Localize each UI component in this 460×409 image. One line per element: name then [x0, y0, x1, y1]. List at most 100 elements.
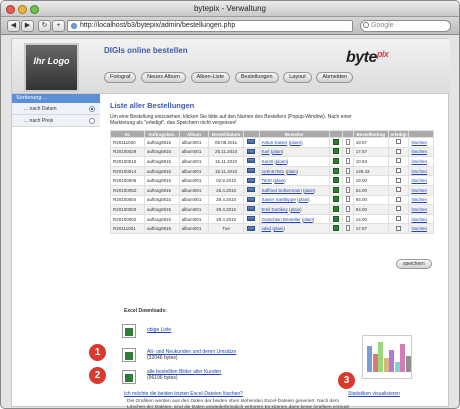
erledigt-checkbox[interactable]: [396, 206, 402, 212]
back-arrow-icon[interactable]: ◀: [7, 20, 20, 32]
mail-icon[interactable]: [247, 187, 256, 193]
excel-icon[interactable]: [332, 177, 339, 184]
erledigt-checkbox[interactable]: [396, 168, 402, 174]
document-icon[interactable]: [345, 148, 350, 155]
stats-link[interactable]: Statistiken visualisieren: [348, 391, 400, 397]
plain-link[interactable]: ploen: [290, 140, 301, 145]
delete-excel-link[interactable]: Ich möchte die beiden letzten Excel-Date…: [124, 391, 243, 397]
excel-icon[interactable]: [332, 138, 339, 145]
mail-icon[interactable]: [247, 177, 256, 183]
delete-link[interactable]: löschen: [411, 226, 427, 231]
chart-bar: [367, 346, 372, 372]
nav-bestellungen[interactable]: Bestellungen: [234, 72, 279, 83]
erledigt-checkbox[interactable]: [396, 177, 402, 183]
radio-datum[interactable]: [89, 106, 95, 112]
zoom-icon[interactable]: [30, 5, 39, 14]
document-icon[interactable]: [345, 196, 350, 203]
erledigt-checkbox[interactable]: [396, 196, 402, 202]
plain-link[interactable]: plain: [272, 149, 282, 154]
excel-icon[interactable]: [332, 186, 339, 193]
mail-icon[interactable]: [247, 206, 256, 212]
document-icon[interactable]: [345, 177, 350, 184]
download-list-link[interactable]: obige Liste: [147, 327, 171, 333]
document-icon[interactable]: [345, 225, 350, 232]
delete-link[interactable]: löschen: [411, 207, 427, 212]
table-row: R20111001 auftrag0815 album001 Tue sdsd (pla…: [109, 223, 434, 234]
erledigt-checkbox[interactable]: [396, 148, 402, 154]
plain-link[interactable]: plain: [303, 217, 313, 222]
erledigt-checkbox[interactable]: [396, 216, 402, 222]
delete-link[interactable]: löschen: [411, 159, 427, 164]
delete-link[interactable]: löschen: [411, 197, 427, 202]
excel-icon[interactable]: [122, 348, 136, 362]
chart-thumbnail[interactable]: [362, 335, 412, 379]
excel-icon[interactable]: [332, 148, 339, 155]
delete-link[interactable]: löschen: [411, 217, 427, 222]
customer-link[interactable]: Saffried Süßermann: [262, 188, 302, 193]
plain-link[interactable]: ploen: [276, 159, 287, 164]
excel-icon[interactable]: [332, 215, 339, 222]
excel-icon[interactable]: [332, 205, 339, 212]
customer-link[interactable]: Xavier Xanthippe: [262, 197, 296, 202]
excel-icon[interactable]: [122, 324, 136, 338]
url-bar[interactable]: http://localhost/b3/bytepix/admin/bestel…: [67, 20, 353, 32]
delete-link[interactable]: löschen: [411, 188, 427, 193]
erledigt-checkbox[interactable]: [396, 158, 402, 164]
delete-link[interactable]: löschen: [411, 169, 427, 174]
customer-link[interactable]: Karstl: [262, 159, 274, 164]
forward-arrow-icon[interactable]: ▶: [21, 20, 34, 32]
plain-link[interactable]: plain: [274, 226, 284, 231]
add-icon[interactable]: +: [52, 20, 65, 32]
nav-neues-album[interactable]: Neues Album: [141, 72, 186, 83]
customer-link[interactable]: Anton Kaiser: [262, 140, 288, 145]
search-input[interactable]: Google: [360, 20, 451, 32]
customer-link[interactable]: Karl: [262, 149, 270, 154]
col-nr: Nr.: [109, 130, 146, 138]
save-button[interactable]: speichern: [396, 259, 432, 269]
document-icon[interactable]: [345, 167, 350, 174]
close-icon[interactable]: [6, 5, 15, 14]
nav-layout[interactable]: Layout: [283, 72, 312, 83]
customer-link[interactable]: sdsd: [262, 226, 272, 231]
document-icon[interactable]: [345, 186, 350, 193]
mail-icon[interactable]: [247, 216, 256, 222]
delete-link[interactable]: löschen: [411, 140, 427, 145]
sidebar-item-preis[interactable]: ... nach Preis: [12, 115, 100, 127]
radio-preis[interactable]: [89, 118, 95, 124]
document-icon[interactable]: [345, 138, 350, 145]
nav-abmelden[interactable]: Abmelden: [316, 72, 354, 83]
delete-link[interactable]: löschen: [411, 149, 427, 154]
plain-link[interactable]: plain: [291, 207, 301, 212]
mail-icon[interactable]: [247, 148, 256, 154]
delete-link[interactable]: löschen: [411, 178, 427, 183]
excel-icon[interactable]: [332, 225, 339, 232]
customer-link[interactable]: Emil Dottikey: [262, 207, 288, 212]
plain-link[interactable]: plain: [275, 178, 285, 183]
excel-icon[interactable]: [332, 196, 339, 203]
document-icon[interactable]: [345, 157, 350, 164]
plain-link[interactable]: plain: [305, 188, 315, 193]
excel-icon[interactable]: [332, 157, 339, 164]
erledigt-checkbox[interactable]: [396, 187, 402, 193]
document-icon[interactable]: [345, 215, 350, 222]
minimize-icon[interactable]: [18, 5, 27, 14]
mail-icon[interactable]: [247, 225, 256, 231]
customer-link[interactable]: rartin67561: [262, 169, 285, 174]
reload-icon[interactable]: ↻: [38, 20, 51, 32]
customer-link[interactable]: Gutschein Besteller: [262, 217, 301, 222]
mail-icon[interactable]: [247, 139, 256, 145]
mail-icon[interactable]: [247, 168, 256, 174]
erledigt-checkbox[interactable]: [396, 225, 402, 231]
nav-fotograf[interactable]: Fotograf: [104, 72, 137, 83]
excel-icon[interactable]: [332, 167, 339, 174]
erledigt-checkbox[interactable]: [396, 139, 402, 145]
plain-link[interactable]: plain: [287, 169, 297, 174]
plain-link[interactable]: plain: [299, 197, 309, 202]
sidebar-item-datum[interactable]: ... nach Datum: [12, 103, 100, 115]
mail-icon[interactable]: [247, 196, 256, 202]
document-icon[interactable]: [345, 205, 350, 212]
excel-icon[interactable]: [122, 370, 136, 384]
customer-link[interactable]: Tertrt: [262, 178, 272, 183]
nav-alben-liste[interactable]: Alben-Liste: [190, 72, 231, 83]
mail-icon[interactable]: [247, 158, 256, 164]
